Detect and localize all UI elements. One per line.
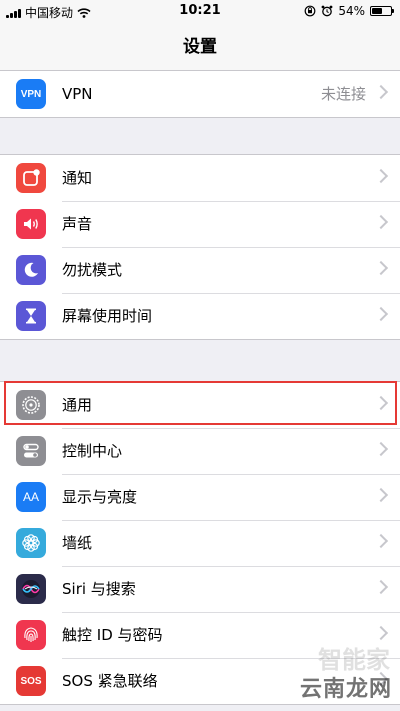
settings-group-vpn: VPN VPN 未连接 <box>0 70 400 118</box>
settings-row-vpn[interactable]: VPN VPN 未连接 <box>0 71 400 117</box>
display-brightness-icon: AA <box>16 482 46 512</box>
chevron-right-icon <box>373 533 389 549</box>
settings-row-control-center[interactable]: 控制中心 <box>0 428 400 474</box>
settings-row-label: 显示与亮度 <box>62 488 138 506</box>
chevron-right-icon <box>373 487 389 503</box>
settings-row-label: 控制中心 <box>62 442 123 460</box>
chevron-right-icon <box>373 625 389 641</box>
alarm-icon <box>321 5 333 17</box>
settings-row-label: 屏幕使用时间 <box>62 307 153 325</box>
battery-percent: 54% <box>338 4 365 18</box>
settings-row-label: 通知 <box>62 169 93 187</box>
status-bar: 中国移动 10:21 54% <box>0 0 400 24</box>
wallpaper-icon <box>16 528 46 558</box>
touch-id-icon <box>16 620 46 650</box>
settings-row-wallpaper[interactable]: 墙纸 <box>0 520 400 566</box>
page-title: 设置 <box>183 37 217 57</box>
settings-row-label: 墙纸 <box>62 534 93 552</box>
settings-row-label: SOS 紧急联络 <box>62 672 158 690</box>
sounds-icon <box>16 209 46 239</box>
vpn-icon: VPN <box>16 79 46 109</box>
battery-icon <box>370 6 394 16</box>
settings-row-do-not-disturb[interactable]: 勿扰模式 <box>0 247 400 293</box>
settings-row-siri[interactable]: Siri 与搜索 <box>0 566 400 612</box>
settings-row-label: 触控 ID 与密码 <box>62 626 163 644</box>
settings-row-label: VPN <box>62 85 93 103</box>
notifications-icon <box>16 163 46 193</box>
control-center-icon <box>16 436 46 466</box>
chevron-right-icon <box>373 260 389 276</box>
settings-row-screen-time[interactable]: 屏幕使用时间 <box>0 293 400 339</box>
settings-row-label: 声音 <box>62 215 93 233</box>
chevron-right-icon <box>373 214 389 230</box>
settings-row-label: 通用 <box>62 396 93 414</box>
settings-row-sounds[interactable]: 声音 <box>0 201 400 247</box>
chevron-right-icon <box>373 306 389 322</box>
settings-row-general[interactable]: 通用 <box>0 382 400 428</box>
battery-fill <box>372 8 382 14</box>
gear-icon <box>16 390 46 420</box>
watermark-faint: 智能家 <box>318 646 390 674</box>
nav-bar: 设置 <box>0 24 400 71</box>
watermark: 云南龙网 <box>299 677 392 702</box>
vpn-status-value: 未连接 <box>320 85 366 103</box>
settings-row-display-brightness[interactable]: AA 显示与亮度 <box>0 474 400 520</box>
chevron-right-icon <box>373 395 389 411</box>
chevron-right-icon <box>373 84 389 100</box>
settings-row-label: 勿扰模式 <box>62 261 123 279</box>
settings-row-label: Siri 与搜索 <box>62 580 136 598</box>
status-right: 54% <box>304 4 394 18</box>
settings-group-notifications: 通知 声音 勿扰模式 屏幕使用时间 <box>0 154 400 340</box>
orientation-lock-icon <box>304 5 316 17</box>
siri-icon <box>16 574 46 604</box>
chevron-right-icon <box>373 579 389 595</box>
screen-time-icon <box>16 301 46 331</box>
sos-icon: SOS <box>16 666 46 696</box>
chevron-right-icon <box>373 168 389 184</box>
chevron-right-icon <box>373 441 389 457</box>
settings-row-notifications[interactable]: 通知 <box>0 155 400 201</box>
do-not-disturb-icon <box>16 255 46 285</box>
